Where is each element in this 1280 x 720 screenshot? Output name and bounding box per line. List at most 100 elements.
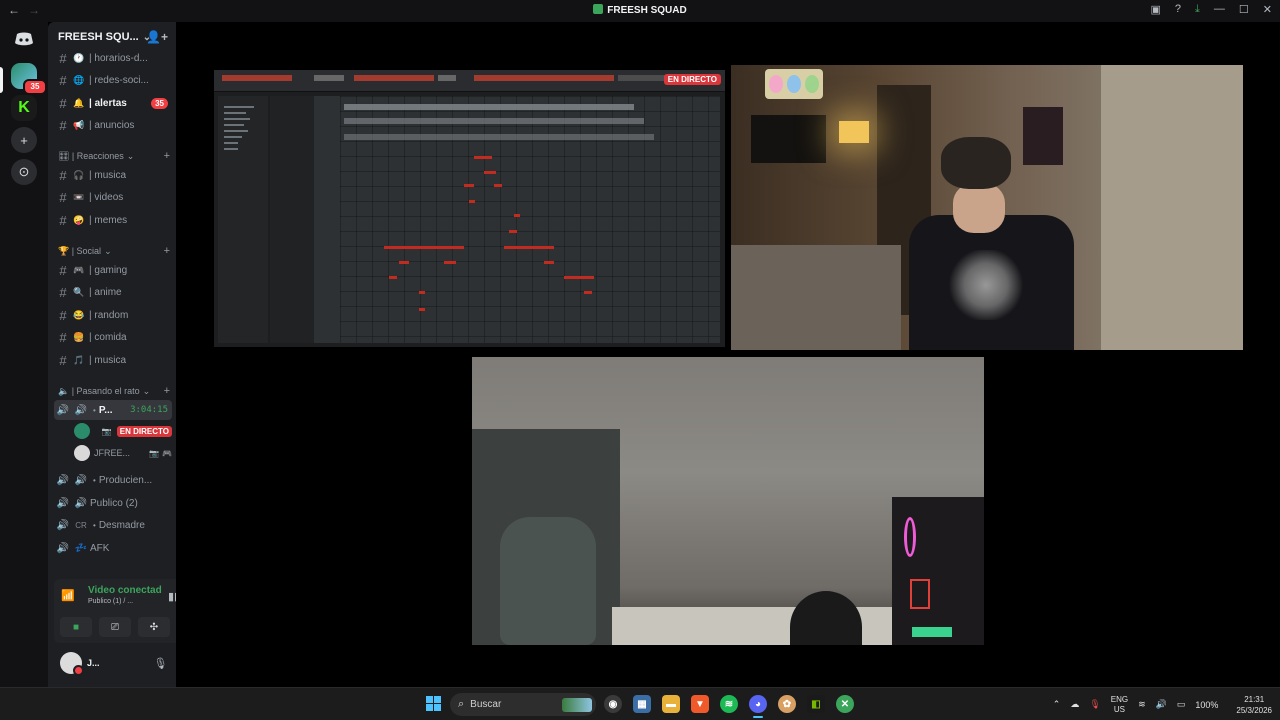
camera-tile-streamer[interactable] — [731, 65, 1243, 350]
category-reacciones[interactable]: 🎛 | Reacciones ⌄ + — [58, 149, 172, 163]
hash-icon: # — [59, 352, 67, 368]
help-icon[interactable]: ? — [1175, 3, 1181, 16]
volume-icon[interactable]: 🔊 — [1156, 699, 1167, 710]
voice-user-jfree[interactable]: JFREE... 📷 🎮 — [74, 443, 172, 463]
discord-logo-icon — [15, 32, 33, 45]
speaker-icon: 🔊 — [74, 474, 88, 486]
add-channel-icon[interactable]: + — [164, 245, 170, 257]
voice-location[interactable]: Publico (1) / ... — [88, 598, 133, 605]
server-rail: 35 K + ⊙ — [0, 22, 48, 687]
title-bar: ← → FREESH SQUAD ▣ ? ⤓ — ☐ ✕ — [0, 0, 1280, 22]
avatar[interactable] — [60, 652, 84, 676]
channel-alertas[interactable]: # 🔔 | alertas 35 — [54, 93, 172, 113]
xbox-icon[interactable]: ✕ — [836, 695, 854, 713]
chevron-down-icon: ⌄ — [104, 245, 112, 256]
windows-start-icon[interactable] — [426, 696, 441, 711]
chevron-up-icon[interactable]: ⌃ — [1053, 699, 1061, 710]
voice-channel-active[interactable]: 🔊 🔊 • P... 3:04:15 — [54, 400, 172, 420]
add-server-icon[interactable]: + — [11, 127, 37, 153]
onedrive-icon[interactable]: ☁ — [1070, 699, 1079, 710]
screen-share-tile[interactable]: EN DIRECTO — [214, 70, 725, 347]
avatar — [74, 423, 90, 439]
video-stage: EN DIRECTO — [176, 22, 1280, 687]
maximize-button[interactable]: ☐ — [1239, 3, 1249, 16]
microphone-icon[interactable]: 🎙 — [1089, 699, 1100, 710]
microphone-icon[interactable]: 🎙 — [153, 657, 167, 670]
voice-status[interactable]: Video conectad — [88, 585, 162, 596]
battery-icon[interactable]: ▭ — [1177, 699, 1186, 710]
camera-button[interactable]: ■ — [60, 617, 92, 637]
channel-musica[interactable]: # 🎧 | musica — [54, 165, 172, 185]
channel-videos[interactable]: # 📼 | videos — [54, 187, 172, 207]
channel-horarios[interactable]: # 🕐 | horarios-d... — [54, 48, 172, 68]
clock-icon: 🕐 — [73, 52, 85, 63]
brave-icon[interactable]: ▼ — [691, 695, 709, 713]
hash-icon: # — [59, 167, 67, 183]
download-icon[interactable]: ⤓ — [1195, 3, 1200, 16]
hash-icon: # — [59, 117, 67, 133]
rgb-light — [904, 517, 916, 557]
channel-redes[interactable]: # 🌐 | redes-soci... — [54, 70, 172, 90]
minimize-button[interactable]: — — [1214, 3, 1225, 16]
shirt-graphic — [946, 250, 1026, 320]
hash-icon: # — [59, 262, 67, 278]
taskbar-search[interactable]: ⌕ Buscar — [450, 693, 596, 716]
activities-button[interactable]: ✣ — [138, 617, 170, 637]
user-controls: 🎙 🎧 ⚙ — [153, 657, 176, 670]
dot-separator: • — [93, 405, 96, 415]
voice-user-streaming[interactable]: 📷 EN DIRECTO — [74, 421, 172, 441]
nvidia-icon[interactable]: ◧ — [807, 695, 825, 713]
discord-taskbar-icon[interactable]: ◕ — [749, 695, 767, 718]
voice-channel-desmadre[interactable]: 🔊 CR • Desmadre — [54, 515, 172, 535]
channel-anuncios[interactable]: # 📢 | anuncios — [54, 115, 172, 135]
spotify-icon[interactable]: ≋ — [720, 695, 738, 713]
background-lamp — [839, 121, 869, 143]
explore-icon[interactable]: ⊙ — [11, 159, 37, 185]
channel-memes[interactable]: # 🤪 | memes — [54, 210, 172, 230]
close-button[interactable]: ✕ — [1263, 3, 1272, 16]
add-channel-icon[interactable]: + — [164, 150, 170, 162]
category-social[interactable]: 🏆 | Social ⌄ + — [58, 244, 172, 258]
channel-list: # 🕐 | horarios-d... # 🌐 | redes-soci... … — [48, 51, 176, 600]
voice-channel-produciendo[interactable]: 🔊 🔊 • Producien... — [54, 470, 172, 490]
language-indicator[interactable]: ENG US — [1111, 695, 1128, 715]
wifi-icon[interactable]: ≋ — [1138, 699, 1146, 710]
channel-random[interactable]: # 😂 | random — [54, 305, 172, 325]
hash-icon: # — [59, 212, 67, 228]
camera-tile-room[interactable] — [472, 357, 984, 645]
add-channel-icon[interactable]: + — [164, 385, 170, 397]
discord-window: ← → FREESH SQUAD ▣ ? ⤓ — ☐ ✕ 35 K + ⊙ FR… — [0, 0, 1280, 720]
backpack — [500, 517, 596, 645]
headphones-icon: 🎧 — [73, 169, 85, 180]
store-icon[interactable]: ▦ — [633, 695, 651, 713]
voice-channel-publico[interactable]: 🔊 🔊 Publico (2) — [54, 493, 172, 513]
fl-studio-icon[interactable]: ✿ — [778, 695, 796, 713]
voice-actions: ■ ⎚ ✣ ✺ — [60, 617, 176, 637]
inbox-icon[interactable]: ▣ — [1151, 3, 1161, 16]
hash-icon: # — [59, 329, 67, 345]
widgets-icon[interactable]: ◉ — [604, 695, 622, 713]
channel-comida[interactable]: # 🍔 | comida — [54, 327, 172, 347]
speaker-icon: 🔊 — [56, 519, 70, 531]
voice-channel-afk[interactable]: 🔊 💤 AFK — [54, 538, 172, 558]
person-face — [953, 183, 1005, 233]
server-k[interactable]: K — [11, 95, 37, 121]
globe-icon: 🌐 — [73, 74, 85, 85]
file-explorer-icon[interactable]: ▬ — [662, 695, 680, 713]
invite-icon[interactable]: 👤+ — [146, 30, 168, 44]
noise-suppression-icon[interactable]: ▮▮ — [168, 590, 176, 603]
channel-sidebar: FREESH SQU... ⌄ 👤+ # 🕐 | horarios-d... #… — [48, 22, 176, 687]
channel-musica-2[interactable]: # 🎵 | musica — [54, 350, 172, 370]
discord-home-icon[interactable] — [11, 26, 37, 52]
channel-anime[interactable]: # 🔍 | anime — [54, 282, 172, 302]
category-pasando-el-rato[interactable]: 🔈 | Pasando el rato ⌄ + — [58, 384, 172, 398]
daw-browser — [218, 96, 268, 343]
clock[interactable]: 21:31 25/3/2026 — [1236, 694, 1272, 716]
channel-gaming[interactable]: # 🎮 | gaming — [54, 260, 172, 280]
server-badge: 35 — [23, 79, 47, 95]
signal-icon[interactable]: 📶 — [60, 589, 76, 605]
screen-share-button[interactable]: ⎚ — [99, 617, 131, 637]
window-title-text: FREESH SQUAD — [607, 5, 687, 16]
user-name[interactable]: J... — [87, 658, 107, 668]
server-icon — [593, 4, 604, 14]
